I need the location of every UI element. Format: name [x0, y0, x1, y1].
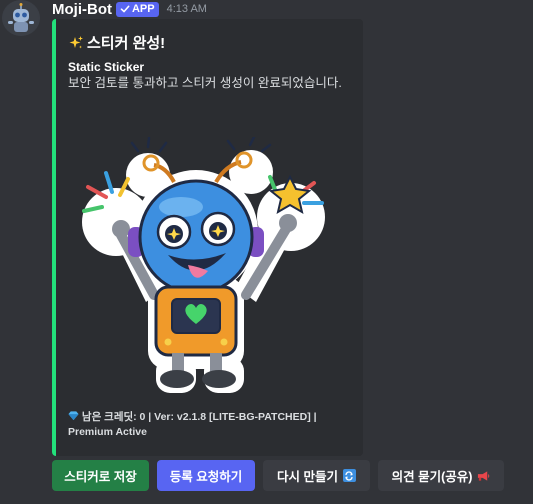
repeat-icon	[342, 469, 356, 482]
save-as-sticker-button[interactable]: 스티커로 저장	[52, 460, 149, 491]
regenerate-button[interactable]: 다시 만들기	[263, 460, 370, 491]
field-name: Static Sticker	[68, 60, 145, 74]
embed-title-text: 스티커 완성!	[87, 35, 166, 52]
app-badge-label: APP	[131, 3, 155, 15]
embed-footer-text: 남은 크레딧: 0 | Ver: v2.1.8 [LITE-BG-PATCHED…	[68, 411, 317, 438]
embed-footer: 남은 크레딧: 0 | Ver: v2.1.8 [LITE-BG-PATCHED…	[68, 410, 348, 440]
robot-sticker-image[interactable]	[76, 135, 338, 399]
sticker-embed: 스티커 완성! Static Sticker 보안 검토를 통과하고 스티커 생…	[52, 19, 363, 456]
megaphone-icon	[477, 469, 490, 482]
share-feedback-label: 의견 묻기(공유)	[391, 470, 473, 484]
save-as-sticker-label: 스티커로 저장	[64, 470, 137, 484]
username[interactable]: Moji-Bot	[52, 1, 112, 18]
field-value: 보안 검토를 통과하고 스티커 생성이 완료되었습니다.	[68, 76, 342, 90]
robot-sticker-icon	[82, 135, 325, 393]
bot-avatar[interactable]	[2, 0, 40, 36]
robot-avatar-icon	[3, 0, 39, 36]
regenerate-label: 다시 만들기	[277, 470, 338, 484]
share-feedback-button[interactable]: 의견 묻기(공유)	[378, 460, 504, 491]
request-registration-button[interactable]: 등록 요청하기	[157, 460, 255, 491]
sparkles-icon	[69, 35, 83, 48]
message-header: Moji-Bot APP 4:13 AM	[52, 0, 207, 18]
action-row: 스티커로 저장 등록 요청하기 다시 만들기 의견 묻기(공유)	[52, 460, 504, 491]
embed-title: 스티커 완성!	[68, 32, 165, 53]
app-badge: APP	[115, 1, 159, 17]
gem-icon	[68, 411, 79, 421]
request-registration-label: 등록 요청하기	[169, 470, 243, 484]
checkmark-icon	[120, 5, 130, 13]
timestamp[interactable]: 4:13 AM	[167, 3, 207, 15]
